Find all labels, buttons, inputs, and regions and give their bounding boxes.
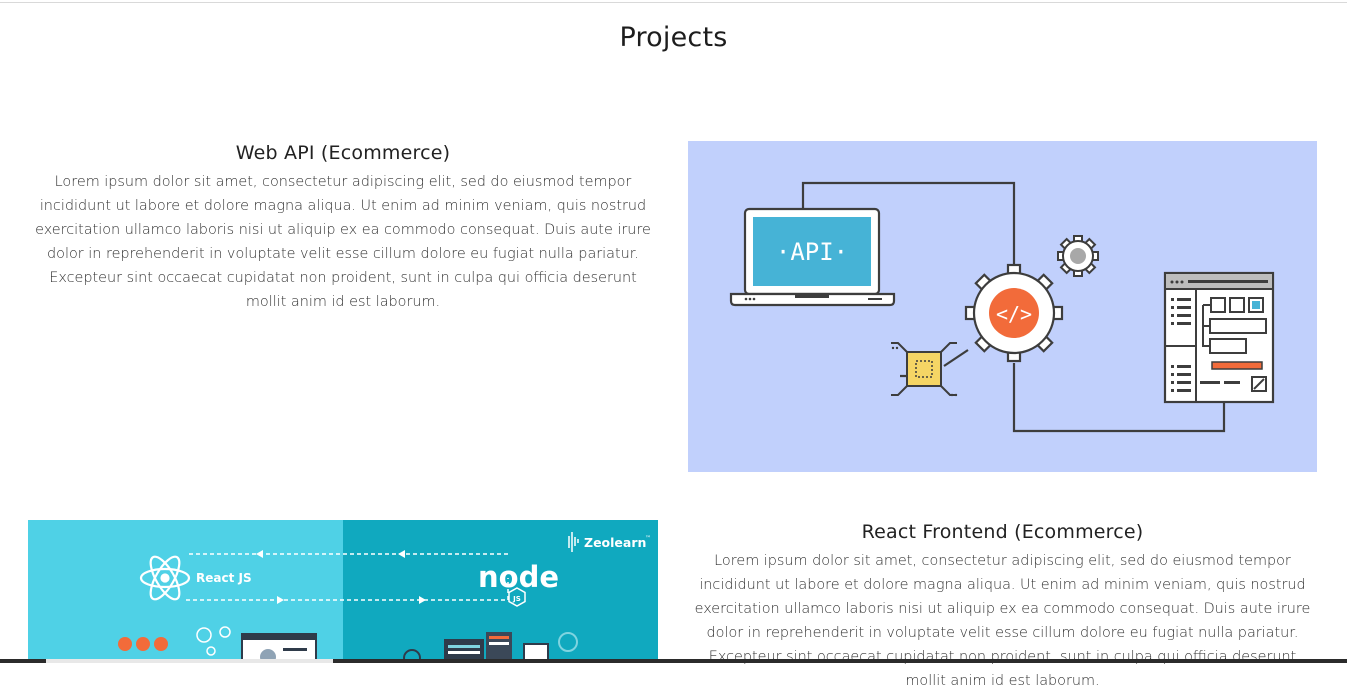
- project-image-web-api: ·API· </>: [688, 141, 1317, 472]
- project-card-web-api: Web API (Ecommerce) Lorem ipsum dolor si…: [28, 142, 658, 314]
- small-gear-icon: [1057, 235, 1099, 277]
- laptop-icon: ·API·: [729, 207, 896, 307]
- svg-text:™: ™: [645, 535, 651, 542]
- project-title: Web API (Ecommerce): [235, 142, 451, 164]
- project-image-react: React JS node JS Zeolearn ™: [28, 520, 658, 663]
- project-description: Lorem ipsum dolor sit amet, consectetur …: [694, 553, 1311, 689]
- project-description: Lorem ipsum dolor sit amet, consectetur …: [35, 174, 651, 310]
- api-screen-text: ·API·: [776, 238, 848, 266]
- svg-text:JS: JS: [512, 595, 521, 603]
- section-title: Projects: [619, 22, 728, 54]
- top-divider: [0, 2, 1347, 3]
- react-label: React JS: [196, 571, 252, 585]
- api-illustration: ·API· </>: [729, 181, 1275, 433]
- code-glyph: </>: [996, 302, 1032, 326]
- chip-icon: [891, 342, 958, 397]
- project-title: React Frontend (Ecommerce): [861, 521, 1144, 543]
- project-card-react-frontend: React Frontend (Ecommerce) Lorem ipsum d…: [688, 521, 1317, 693]
- scrollbar-thumb[interactable]: [46, 659, 333, 663]
- brand-label: Zeolearn: [584, 535, 646, 550]
- browser-window-icon: [1163, 271, 1275, 404]
- gear-icon: </>: [964, 263, 1064, 363]
- react-node-banner: React JS node JS Zeolearn ™: [28, 520, 658, 663]
